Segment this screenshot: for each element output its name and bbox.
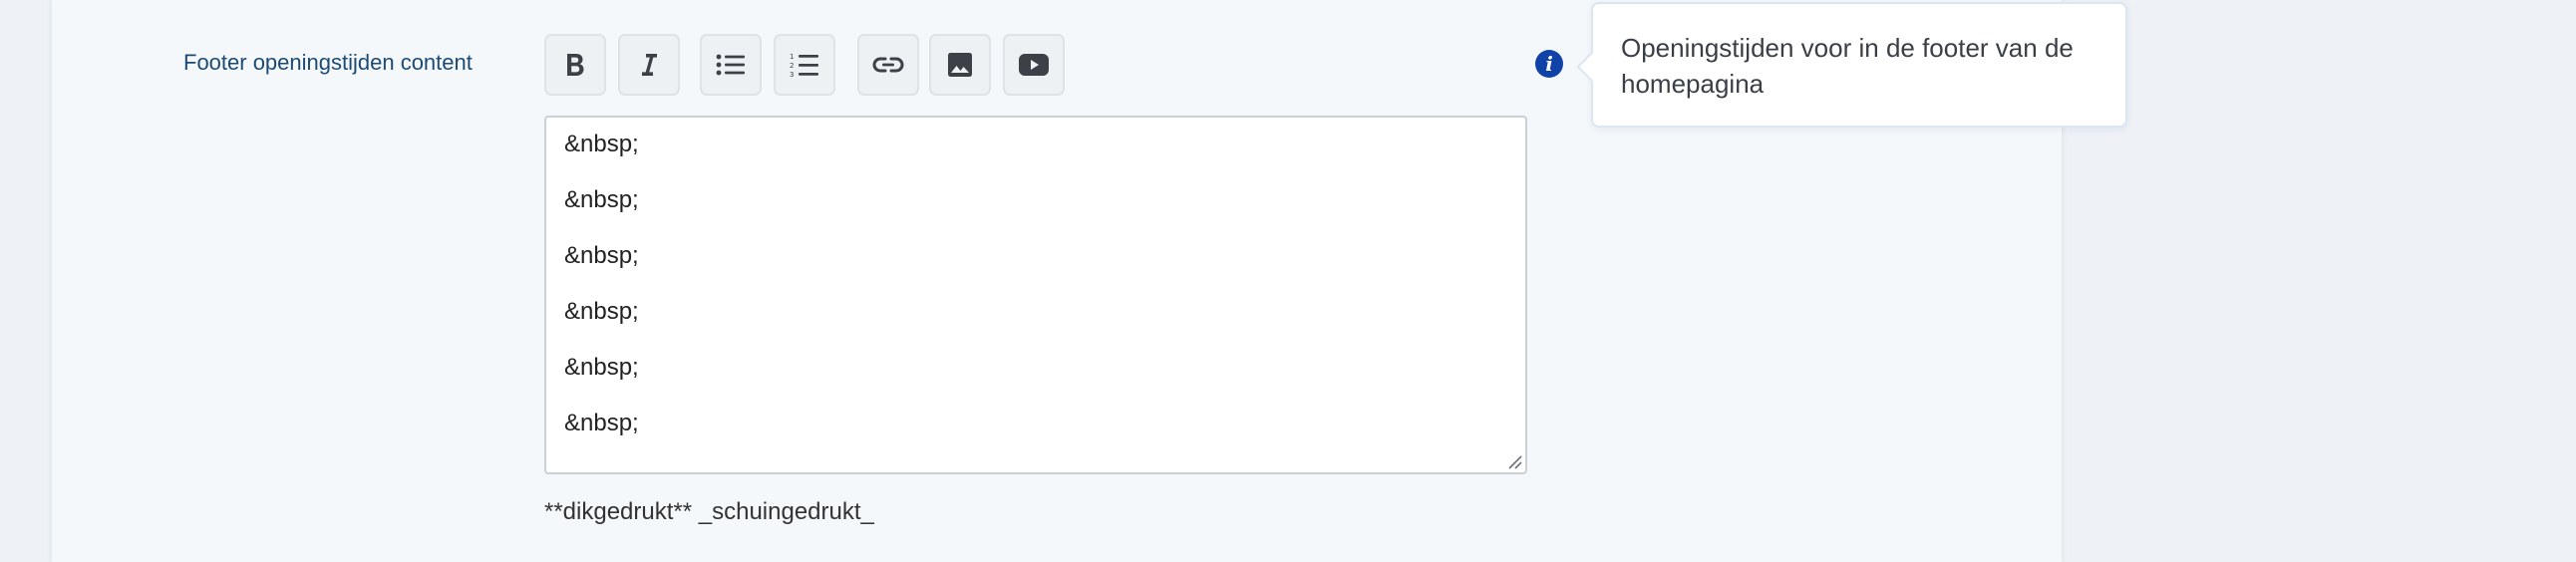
content-textarea[interactable]: &nbsp; &nbsp; &nbsp; &nbsp; &nbsp; &nbsp…: [544, 116, 1527, 474]
bulleted-list-icon: [716, 54, 745, 76]
numbered-list-icon: 1 2 3: [790, 53, 818, 78]
svg-text:3: 3: [790, 71, 794, 78]
video-icon: [1019, 54, 1049, 76]
help-tooltip: Openingstijden voor in de footer van de …: [1576, 2, 2127, 128]
italic-button[interactable]: [618, 34, 680, 96]
svg-text:2: 2: [790, 62, 794, 70]
field-label: Footer openingstijden content: [183, 50, 473, 75]
image-button[interactable]: [929, 34, 991, 96]
editor-line: &nbsp;: [564, 410, 639, 436]
info-icon[interactable]: i: [1535, 50, 1563, 78]
bold-button[interactable]: [544, 34, 606, 96]
image-icon: [948, 53, 972, 77]
tooltip-text: Openingstijden voor in de footer van de …: [1621, 33, 2074, 99]
editor-line: &nbsp;: [564, 131, 639, 157]
numbered-list-button[interactable]: 1 2 3: [774, 34, 835, 96]
editor-line: &nbsp;: [564, 354, 639, 381]
video-button[interactable]: [1003, 34, 1065, 96]
markdown-hint: **dikgedrukt** _schuingedrukt_: [544, 498, 874, 525]
bulleted-list-button[interactable]: [700, 34, 762, 96]
resize-handle-icon[interactable]: [1506, 453, 1522, 469]
editor-line: &nbsp;: [564, 298, 639, 325]
link-icon: [872, 57, 904, 73]
bold-icon: [567, 54, 584, 76]
italic-icon: [642, 54, 657, 76]
link-button[interactable]: [857, 34, 919, 96]
editor-line: &nbsp;: [564, 242, 639, 269]
svg-text:1: 1: [790, 53, 794, 61]
editor-line: &nbsp;: [564, 186, 639, 213]
